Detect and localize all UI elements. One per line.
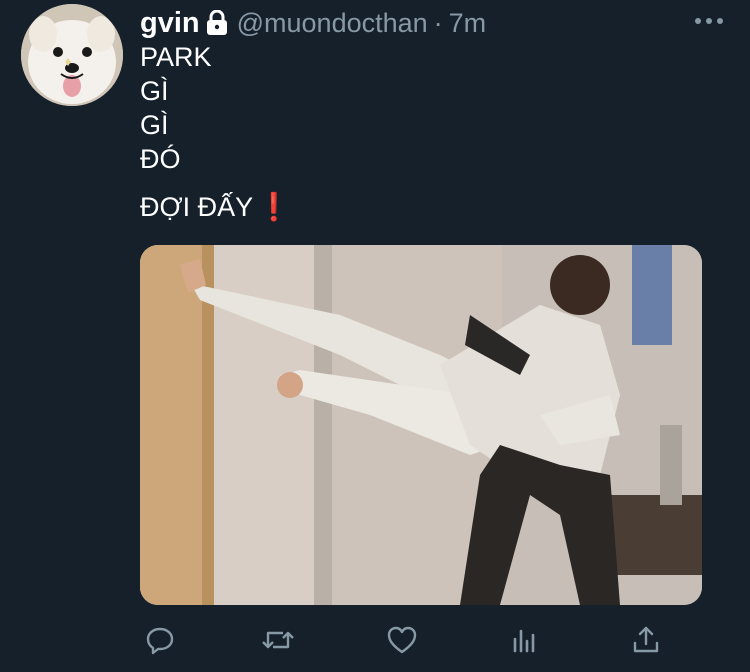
user-handle[interactable]: @muondocthan bbox=[237, 8, 428, 39]
fight-photo-icon bbox=[140, 245, 702, 605]
analytics-icon bbox=[513, 629, 535, 653]
reply-button[interactable] bbox=[140, 620, 180, 660]
lock-icon bbox=[205, 9, 229, 36]
final-line-text: ĐỢI ĐẤY bbox=[140, 192, 254, 222]
analytics-button[interactable] bbox=[504, 620, 544, 660]
separator-dot: · bbox=[433, 7, 443, 38]
text-line-2: GÌ bbox=[140, 76, 169, 106]
more-options-icon[interactable] bbox=[692, 8, 726, 34]
retweet-icon bbox=[262, 631, 294, 649]
share-icon bbox=[633, 626, 659, 653]
text-line-1: PARK bbox=[140, 42, 212, 72]
text-line-3: GÌ bbox=[140, 110, 169, 140]
exclamation-emoji: ❗ bbox=[257, 192, 291, 222]
tweet[interactable]: gvin @muondocthan · 7m PARK GÌ GÌ ĐÓ ĐỢI… bbox=[0, 0, 750, 672]
display-name[interactable]: gvin bbox=[140, 7, 200, 40]
dog-avatar-icon bbox=[21, 4, 123, 106]
tweet-header: gvin @muondocthan · 7m bbox=[140, 6, 486, 40]
tweet-media-image[interactable] bbox=[140, 245, 702, 605]
tweet-text: PARK GÌ GÌ ĐÓ ĐỢI ĐẤY ❗ bbox=[140, 40, 291, 224]
like-button[interactable] bbox=[382, 620, 422, 660]
text-line-final: ĐỢI ĐẤY ❗ bbox=[140, 190, 291, 224]
retweet-button[interactable] bbox=[258, 620, 298, 660]
text-line-4: ĐÓ bbox=[140, 144, 181, 174]
reply-icon bbox=[146, 627, 174, 655]
like-icon bbox=[387, 626, 417, 654]
timestamp[interactable]: 7m bbox=[449, 8, 487, 39]
avatar[interactable] bbox=[21, 4, 123, 106]
action-bar bbox=[140, 620, 660, 660]
share-button[interactable] bbox=[626, 620, 666, 660]
